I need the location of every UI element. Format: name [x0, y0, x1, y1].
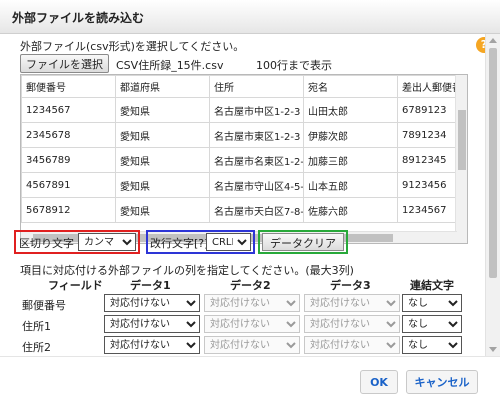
- dialog-footer: OK キャンセル: [0, 356, 500, 410]
- data1-select[interactable]: 対応付けない: [104, 336, 200, 354]
- column-header: 都道府県: [115, 75, 210, 98]
- data3-column-header: データ3: [330, 279, 371, 292]
- mapping-field-label: 住所2: [22, 341, 51, 354]
- delimiter-select[interactable]: カンマ: [78, 233, 136, 251]
- data1-column-header: データ1: [130, 279, 171, 292]
- column-header: 郵便番号: [21, 75, 116, 98]
- table-cell: 山田太郎: [303, 97, 398, 123]
- delimiter-label: 区切り文字: [19, 237, 74, 250]
- table-cell: 名古屋市守山区4-5-6: [209, 172, 304, 198]
- scroll-down-arrow-icon[interactable]: [489, 347, 497, 352]
- preview-table[interactable]: 郵便番号 都道府県 住所 宛名 差出人郵便番号 1234567 愛知県 名古屋市…: [20, 74, 468, 244]
- data1-select[interactable]: 対応付けない: [104, 315, 200, 333]
- mapping-field-label: 住所1: [22, 320, 51, 333]
- data-clear-button[interactable]: データクリア: [262, 233, 344, 251]
- table-cell: 4567891: [21, 172, 116, 198]
- data3-select: 対応付けない: [304, 336, 400, 354]
- table-row: 3456789 愛知県 名古屋市名東区1-2-3 加藤三郎 8912345: [21, 147, 467, 173]
- table-cell: 3456789: [21, 147, 116, 173]
- dialog-title: 外部ファイルを読み込む: [12, 11, 145, 25]
- newline-label: 改行文字[?]: [150, 237, 209, 250]
- table-cell: 佐藤六郎: [303, 197, 398, 223]
- selected-file-name: CSV住所録_15件.csv: [116, 59, 224, 72]
- field-column-header: フィールド: [48, 279, 103, 292]
- table-row: 2345678 愛知県 名古屋市東区1-2-3 伊藤次郎 7891234: [21, 122, 467, 148]
- table-row: 5678912 愛知県 名古屋市天白区7-8-9 佐藤六郎 1234567: [21, 197, 467, 223]
- table-cell: 加藤三郎: [303, 147, 398, 173]
- table-cell: 名古屋市天白区7-8-9: [209, 197, 304, 223]
- table-cell: 伊藤次郎: [303, 122, 398, 148]
- mapping-field-label: 郵便番号: [22, 299, 66, 312]
- table-cell: 名古屋市東区1-2-3: [209, 122, 304, 148]
- table-row: 4567891 愛知県 名古屋市守山区4-5-6 山本五郎 9123456: [21, 172, 467, 198]
- data1-select[interactable]: 対応付けない: [104, 294, 200, 312]
- column-header: 住所: [209, 75, 304, 98]
- joiner-select[interactable]: なし: [402, 336, 462, 354]
- data2-select: 対応付けない: [204, 315, 300, 333]
- table-cell: 2345678: [21, 122, 116, 148]
- table-cell: 名古屋市名東区1-2-3: [209, 147, 304, 173]
- data2-select: 対応付けない: [204, 294, 300, 312]
- dialog-titlebar: 外部ファイルを読み込む: [0, 0, 500, 34]
- cancel-button[interactable]: キャンセル: [406, 370, 478, 394]
- table-cell: 愛知県: [115, 197, 210, 223]
- table-cell: 愛知県: [115, 147, 210, 173]
- table-cell: 名古屋市中区1-2-3: [209, 97, 304, 123]
- select-file-button[interactable]: ファイルを選択: [20, 54, 109, 73]
- ok-button[interactable]: OK: [360, 370, 398, 394]
- scroll-up-arrow-icon[interactable]: [489, 38, 497, 43]
- table-row: 1234567 愛知県 名古屋市中区1-2-3 山田太郎 6789123: [21, 97, 467, 123]
- joiner-column-header: 連結文字: [410, 279, 454, 292]
- mapping-instruction: 項目に対応付ける外部ファイルの列を指定してください。(最大3列): [20, 264, 354, 277]
- table-vertical-scrollbar[interactable]: [455, 75, 467, 243]
- table-cell: 愛知県: [115, 122, 210, 148]
- table-cell: 愛知県: [115, 172, 210, 198]
- column-header: 宛名: [303, 75, 398, 98]
- scroll-thumb[interactable]: [489, 48, 497, 278]
- table-cell: 山本五郎: [303, 172, 398, 198]
- data3-select: 対応付けない: [304, 315, 400, 333]
- data3-select: 対応付けない: [304, 294, 400, 312]
- table-cell: 愛知県: [115, 97, 210, 123]
- dialog-content: 外部ファイル(csv形式)を選択してください。 ? ファイルを選択 CSV住所録…: [0, 34, 485, 356]
- row-limit-text: 100行まで表示: [256, 59, 332, 72]
- help-icon[interactable]: ?: [476, 37, 485, 53]
- joiner-select[interactable]: なし: [402, 315, 462, 333]
- joiner-select[interactable]: なし: [402, 294, 462, 312]
- table-header-row: 郵便番号 都道府県 住所 宛名 差出人郵便番号: [21, 75, 467, 98]
- table-cell: 5678912: [21, 197, 116, 223]
- newline-select[interactable]: CRLF: [206, 233, 251, 251]
- data2-column-header: データ2: [230, 279, 271, 292]
- scroll-thumb[interactable]: [458, 110, 466, 170]
- dialog-vertical-scrollbar[interactable]: [485, 34, 500, 356]
- file-instruction: 外部ファイル(csv形式)を選択してください。: [20, 40, 245, 53]
- table-cell: 1234567: [21, 97, 116, 123]
- data2-select: 対応付けない: [204, 336, 300, 354]
